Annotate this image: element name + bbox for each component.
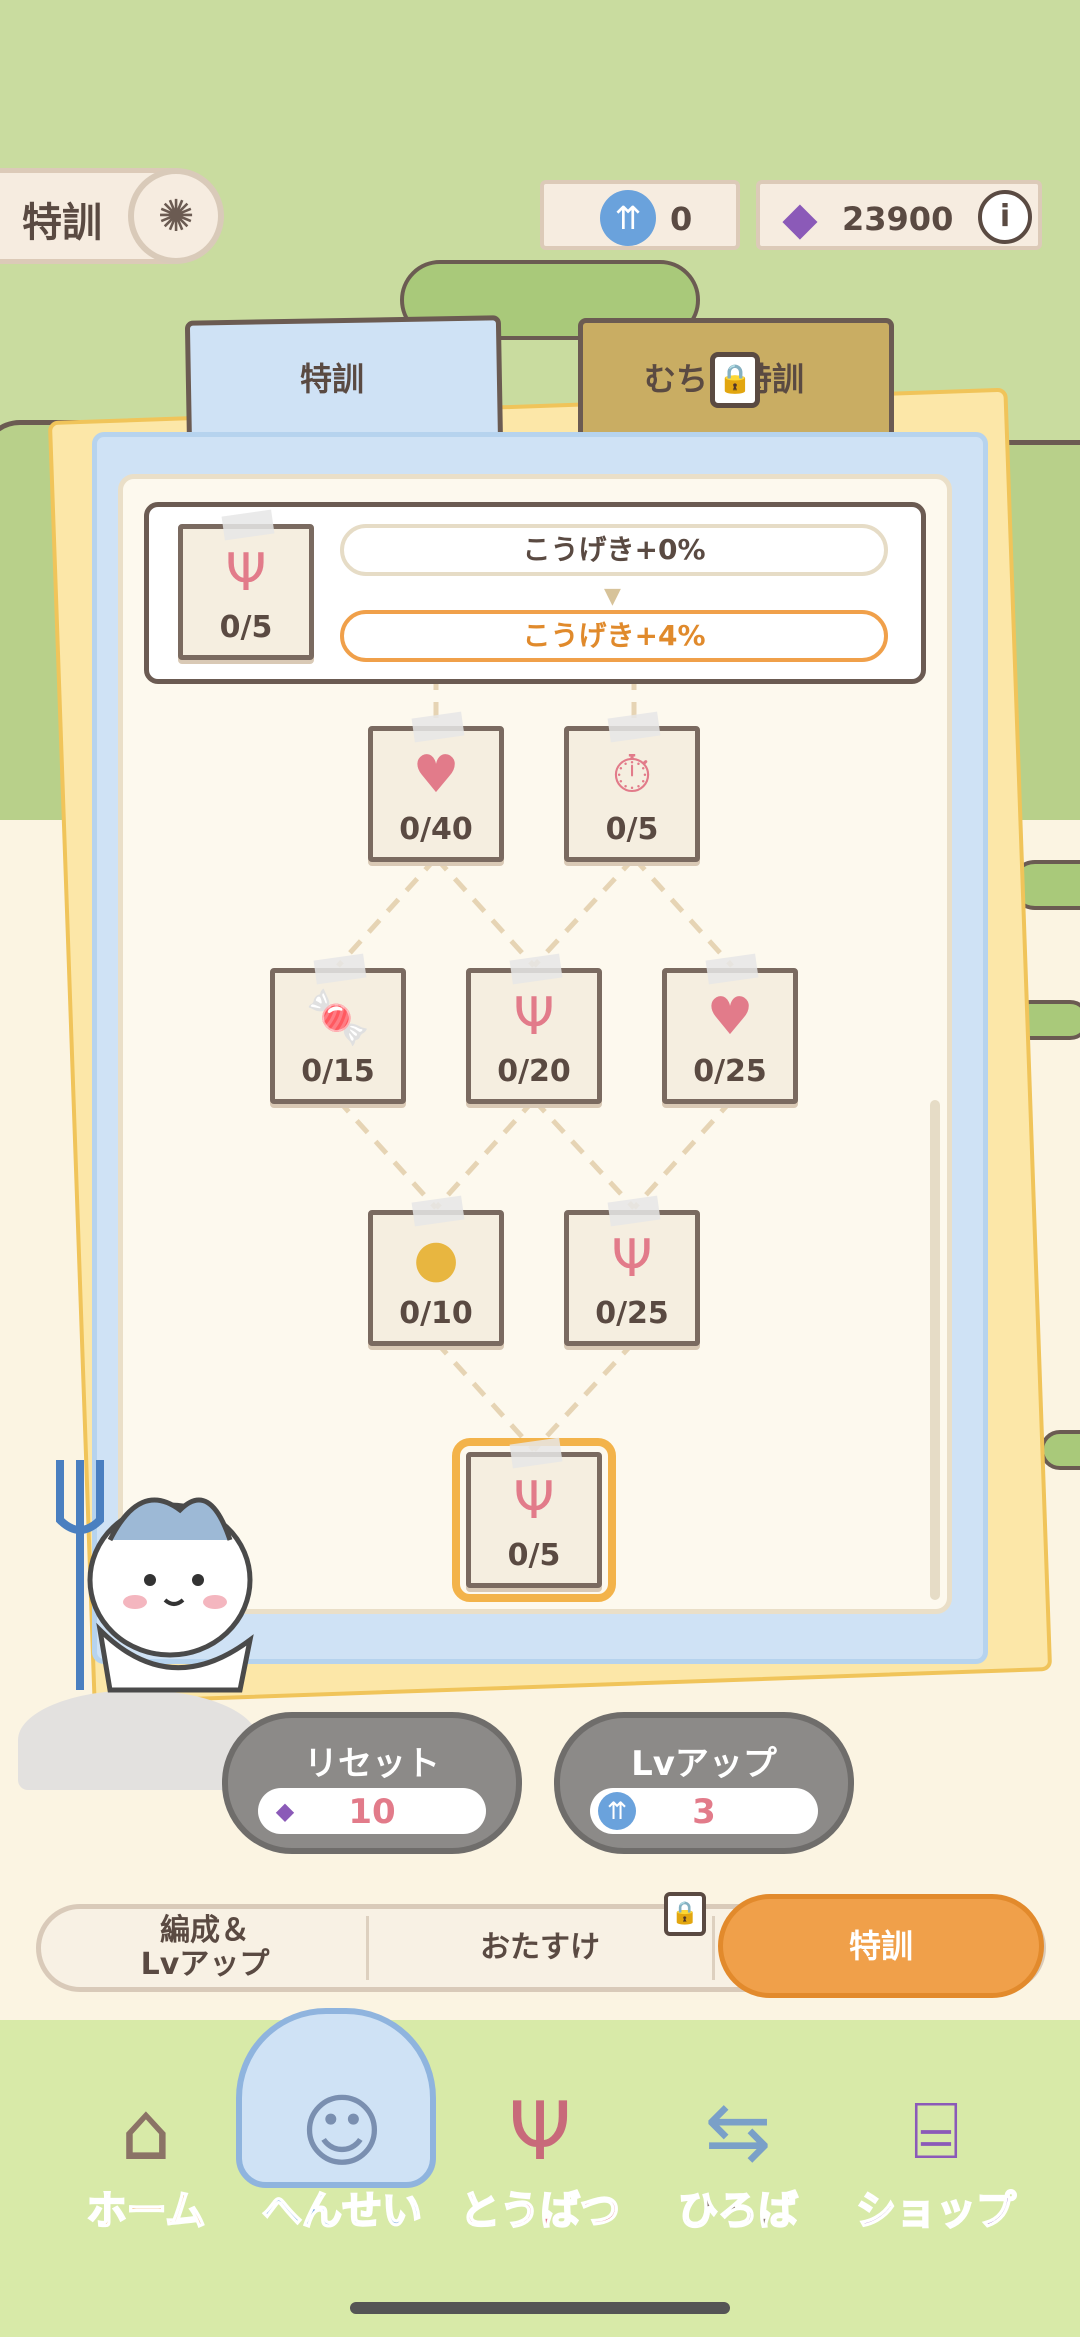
skill-node[interactable]: ♥ 0/40: [368, 711, 504, 862]
skill-node-selected[interactable]: Ψ 0/5: [452, 1437, 616, 1602]
skill-node[interactable]: ● 0/10: [368, 1195, 504, 1346]
divider: [712, 1916, 715, 1980]
reset-cost: ◆ 10: [258, 1788, 486, 1834]
reset-button[interactable]: リセット ◆ 10: [222, 1712, 522, 1854]
skill-node[interactable]: Ψ 0/20: [466, 953, 602, 1104]
shop-icon: ⌸: [912, 2084, 960, 2177]
blue-upgrade-coin-icon: ⇈: [600, 190, 656, 246]
pitchfork-icon: Ψ: [508, 2084, 572, 2178]
page-title: 特訓: [22, 200, 102, 246]
grass-tuft: [1040, 1430, 1080, 1470]
segment-tokkun[interactable]: 特訓: [718, 1894, 1044, 1998]
candy-up-icon: 🍬: [305, 988, 371, 1048]
signpost-icon: ⇆: [704, 2084, 772, 2178]
node-count: 0/40: [399, 812, 473, 847]
gem-counter: ◆ 23900 i: [756, 180, 1042, 250]
upgrade-coin-value: 0: [670, 200, 693, 238]
node-count: 0/5: [605, 812, 659, 847]
node-count: 0/15: [301, 1054, 375, 1089]
skill-node[interactable]: 🍬 0/15: [270, 953, 406, 1104]
pitchfork-icon: Ψ: [513, 1471, 555, 1531]
level-up-button[interactable]: Lvアップ ⇈ 3: [554, 1712, 854, 1854]
nav-hiroba[interactable]: ⇆ ひろば: [638, 2060, 838, 2240]
upgrade-coin-counter: ⇈ 0: [540, 180, 740, 250]
cat-character-with-trident: [56, 1460, 254, 1693]
level-up-label: Lvアップ: [631, 1744, 777, 1784]
node-count: 0/10: [399, 1296, 473, 1331]
skill-node[interactable]: Ψ 0/25: [564, 1195, 700, 1346]
level-up-cost-value: 3: [692, 1792, 716, 1832]
down-arrow-icon: ▼: [604, 584, 621, 609]
pitchfork-icon: Ψ: [611, 1229, 653, 1289]
level-up-cost: ⇈ 3: [590, 1788, 818, 1834]
nav-hiroba-label: ひろば: [677, 2187, 799, 2235]
nav-shop[interactable]: ⌸ ショップ: [836, 2060, 1036, 2240]
stopwatch-up-icon: ⏱: [611, 745, 653, 805]
divider: [366, 1916, 369, 1980]
characters-icon: ☺: [300, 2084, 384, 2178]
node-count: 0/5: [219, 610, 273, 645]
segment-formation-levelup[interactable]: 編成＆ Lvアップ: [50, 1904, 360, 1992]
reset-label: リセット: [304, 1744, 440, 1784]
nav-hensei[interactable]: ☺ へんせい: [242, 2060, 442, 2240]
detail-node: Ψ 0/5: [178, 509, 314, 660]
tab-tokkun-label: 特訓: [300, 360, 365, 398]
nav-toubatsu-label: とうばつ: [459, 2187, 621, 2235]
house-icon: ⌂: [120, 2084, 172, 2178]
gem-value: 23900: [842, 200, 954, 238]
purple-gem-icon: ◆: [782, 191, 818, 245]
nav-home-label: ホーム: [86, 2187, 207, 2235]
current-stat: こうげき+0%: [340, 524, 888, 576]
skill-node[interactable]: ⏱ 0/5: [564, 711, 700, 862]
coins-up-icon: ●: [413, 1229, 459, 1289]
home-indicator: [350, 2302, 730, 2314]
hint-button[interactable]: ✺: [128, 168, 224, 264]
heart-face-icon: ♥: [412, 745, 460, 805]
nav-toubatsu[interactable]: Ψ とうばつ: [440, 2060, 640, 2240]
node-count: 0/20: [497, 1054, 571, 1089]
node-count: 0/25: [693, 1054, 767, 1089]
pitchfork-icon: Ψ: [225, 543, 267, 603]
node-count: 0/5: [507, 1538, 561, 1573]
lock-icon: 🔒: [664, 1892, 706, 1936]
node-count: 0/25: [595, 1296, 669, 1331]
reset-cost-value: 10: [348, 1792, 396, 1832]
lightbulb-icon: ✺: [157, 190, 195, 242]
skill-node[interactable]: ♥ 0/25: [662, 953, 798, 1104]
segment-otasuke[interactable]: おたすけ: [370, 1904, 710, 1992]
scrollbar[interactable]: [930, 1100, 940, 1600]
pitchfork-icon: Ψ: [513, 987, 555, 1047]
lock-icon: 🔒: [710, 352, 760, 408]
next-stat: こうげき+4%: [340, 610, 888, 662]
nav-shop-label: ショップ: [855, 2187, 1017, 2235]
nav-hensei-label: へんせい: [261, 2187, 423, 2235]
nav-home[interactable]: ⌂ ホーム: [46, 2060, 246, 2240]
heart-face-icon: ♥: [706, 987, 754, 1047]
info-button[interactable]: i: [978, 190, 1032, 244]
